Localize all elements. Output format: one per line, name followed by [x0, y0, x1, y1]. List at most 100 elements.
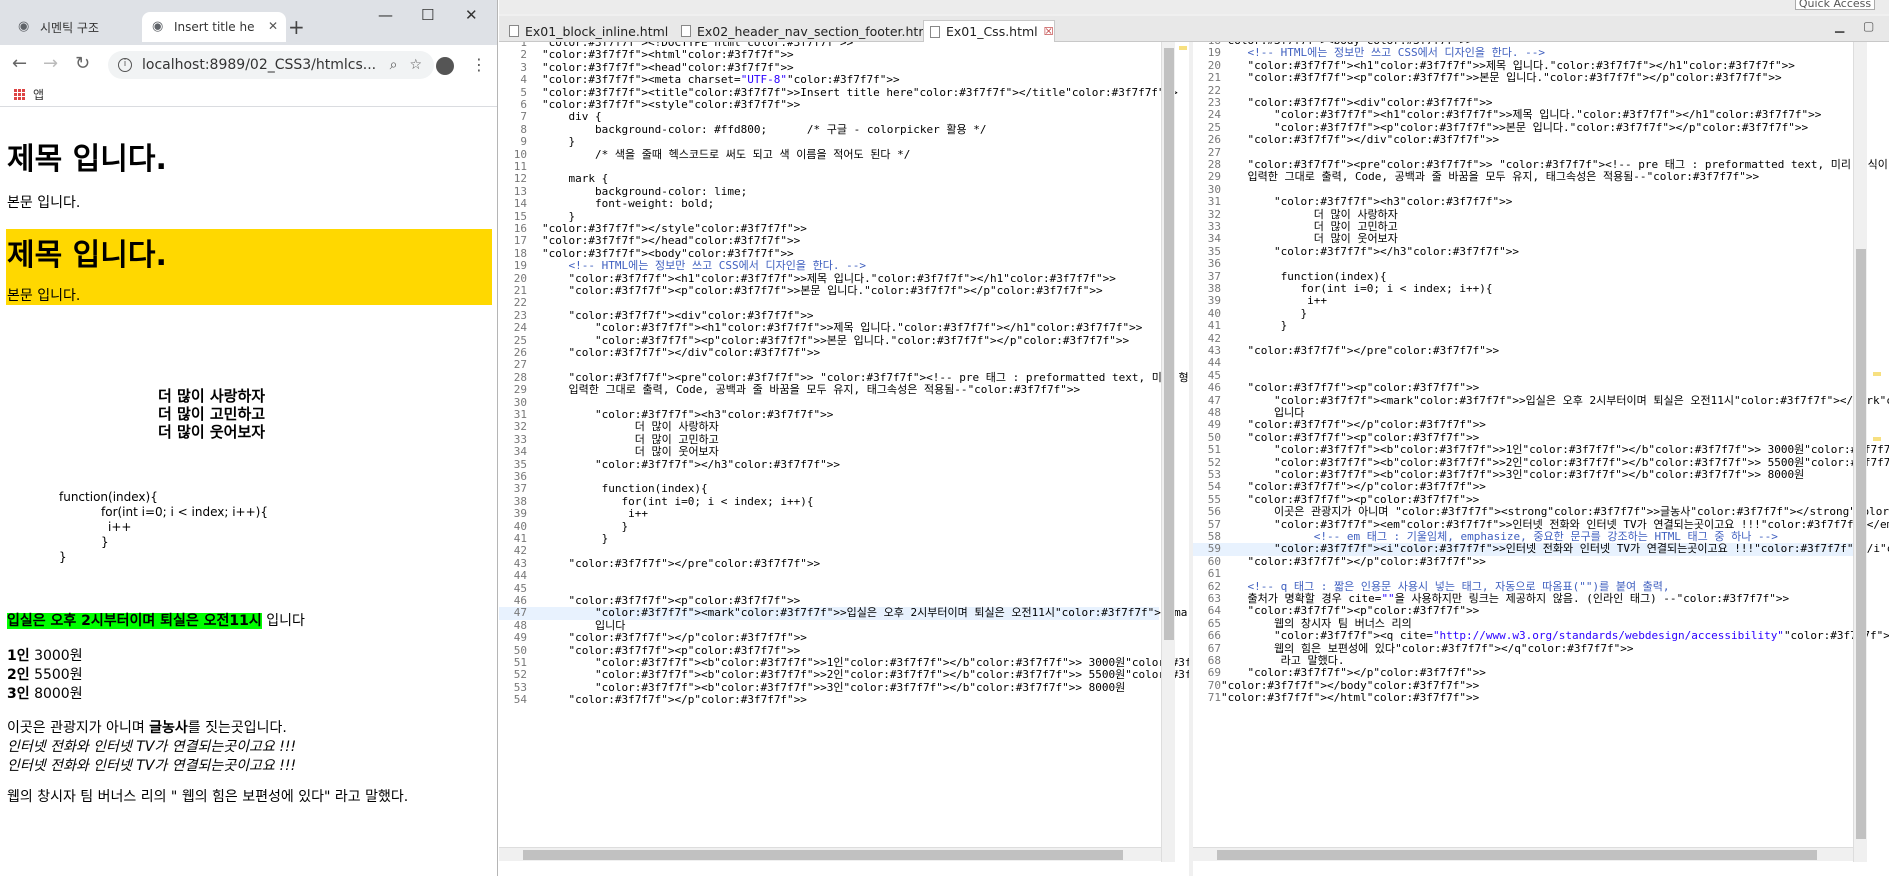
code-line[interactable]: 60 "color:#3f7f7f"></p"color:#3f7f7f">>	[1193, 554, 1853, 568]
back-icon[interactable]: ←	[12, 53, 27, 74]
scroll-thumb[interactable]	[1856, 249, 1866, 839]
line-number: 21	[1207, 71, 1221, 85]
code-line[interactable]: 14 font-weight: bold;	[499, 197, 1159, 210]
apps-grid-icon[interactable]	[14, 89, 25, 100]
bookmarks-bar: 앱	[0, 83, 497, 107]
code-line[interactable]: 26 "color:#3f7f7f"></div"color:#3f7f7f">…	[499, 346, 1159, 359]
line-number: 71	[1207, 691, 1221, 705]
horizontal-scrollbar[interactable]	[1193, 847, 1853, 861]
code-line[interactable]: 8 background-color: #ffd800; /* 구글 - col…	[499, 123, 1159, 136]
code-line[interactable]: 44	[1193, 356, 1853, 369]
code-text: "color:#3f7f7f"></h3"color:#3f7f7f">>	[594, 457, 841, 471]
code-line[interactable]: 43 "color:#3f7f7f"></pre"color:#3f7f7f">…	[499, 557, 1159, 570]
editor-tab[interactable]: Ex01_block_inline.html	[503, 20, 668, 42]
code-line[interactable]: 35 "color:#3f7f7f"></h3"color:#3f7f7f">>	[1193, 245, 1853, 258]
code-text: i++	[542, 507, 648, 521]
line-number: 39	[1207, 294, 1221, 308]
code-line[interactable]: 43 "color:#3f7f7f"></pre"color:#3f7f7f">…	[1193, 344, 1853, 357]
editor-tab-bar: Ex01_block_inline.html Ex02_header_nav_s…	[499, 16, 1889, 42]
code-text: "color:#3f7f7f"><p"color:#3f7f7f">>본문 입니…	[568, 284, 1103, 297]
forward-icon[interactable]: →	[43, 53, 58, 74]
maximize-button[interactable]: ☐	[421, 6, 434, 24]
code-text: "color:#3f7f7f"><mark"color:#3f7f7f">>입실…	[594, 606, 1189, 620]
code-line[interactable]: 41 }	[1193, 319, 1853, 333]
line-number: 66	[1207, 629, 1221, 643]
reload-icon[interactable]: ↻	[75, 53, 90, 74]
code-line[interactable]: 44	[499, 569, 1159, 583]
code-line[interactable]: 40 }	[1193, 307, 1853, 320]
code-line[interactable]: 47 "color:#3f7f7f"><mark"color:#3f7f7f">…	[499, 606, 1189, 620]
price-count: 3인	[7, 686, 30, 702]
browser-tab-semantic[interactable]: ◉ 시멘틱 구조	[8, 12, 140, 42]
editor-tab-label: Ex01_Css.html	[946, 24, 1038, 39]
line-number: 41	[1207, 319, 1221, 333]
line-number: 36	[1207, 257, 1221, 271]
code-line[interactable]: 29 입력한 그대로 출력, Code, 공백과 줄 바꿈을 모두 유지, 태그…	[1193, 170, 1853, 183]
line-number: 27	[513, 358, 527, 372]
apps-label[interactable]: 앱	[33, 86, 44, 103]
code-line[interactable]: 21 "color:#3f7f7f"><p"color:#3f7f7f">>본문…	[1193, 71, 1853, 85]
close-tab-icon[interactable]: ☒	[1044, 25, 1054, 38]
pre-code-line: i++	[108, 520, 132, 534]
line-number: 37	[513, 482, 527, 496]
scroll-thumb[interactable]	[1164, 48, 1174, 640]
code-line[interactable]: 54 "color:#3f7f7f"></p"color:#3f7f7f">>	[499, 693, 1159, 707]
code-line[interactable]: 10 /* 색을 줄때 헥스코드로 써도 되고 색 이름을 적어도 된다 */	[499, 147, 1159, 161]
info-icon[interactable]: i	[118, 58, 132, 72]
quote-line: 웹의 창시자 팀 버너스 리의 " 웹의 힘은 보편성에 있다" 라고 말했다.	[7, 789, 409, 805]
code-line[interactable]: 39 i++	[1193, 294, 1853, 308]
price-line: 1인 3000원	[7, 645, 83, 665]
code-line[interactable]: 12 mark {	[499, 172, 1159, 185]
mark-after: 입니다	[261, 613, 305, 629]
address-bar[interactable]: i localhost:8989/02_CSS3/htmlcs... ⌕ ☆	[108, 51, 434, 79]
line-number: 51	[1207, 443, 1221, 457]
code-line[interactable]: 32 더 많이 사랑하자	[499, 420, 1159, 433]
profile-avatar[interactable]	[436, 57, 454, 75]
strong-pre: 이곳은 관광지가 아니며	[7, 720, 150, 736]
editor-pane-right[interactable]: 18"color:#3f7f7f"><body"color:#3f7f7f">>…	[1193, 42, 1889, 876]
vertical-scrollbar[interactable]	[1161, 42, 1175, 862]
line-number: 61	[1207, 567, 1221, 581]
minimize-editor-icon[interactable]: ▁	[1835, 19, 1844, 33]
code-line[interactable]: 29 입력한 그대로 출력, Code, 공백과 줄 바꿈을 모두 유지, 태그…	[499, 383, 1159, 396]
code-line[interactable]: 21 "color:#3f7f7f"><p"color:#3f7f7f">>본문…	[499, 284, 1159, 297]
vertical-scrollbar[interactable]	[1853, 42, 1867, 862]
new-tab-button[interactable]: +	[288, 15, 305, 39]
code-line[interactable]: 37 function(index){	[499, 482, 1159, 496]
kebab-menu-icon[interactable]: ⋮	[471, 55, 487, 74]
code-line[interactable]: 41 }	[499, 532, 1159, 545]
editor-tab[interactable]: Ex02_header_nav_section_footer.html	[675, 20, 934, 42]
code-line[interactable]: 35 "color:#3f7f7f"></h3"color:#3f7f7f">>	[499, 457, 1159, 471]
code-line[interactable]: 31 "color:#3f7f7f"><h3"color:#3f7f7f">>	[1193, 195, 1853, 208]
code-text: "color:#3f7f7f"></p"color:#3f7f7f">>	[1247, 554, 1486, 568]
em-line: 인터넷 전화와 인터넷 TV가 연결되는곳이고요 !!!	[7, 739, 297, 755]
horizontal-scrollbar[interactable]	[499, 847, 1161, 861]
code-line[interactable]: 36	[1193, 257, 1853, 271]
quick-access-field[interactable]: Quick Access	[1795, 0, 1875, 10]
minimize-button[interactable]: —	[378, 6, 393, 24]
zoom-icon[interactable]: ⌕	[390, 57, 398, 73]
line-number: 54	[513, 693, 527, 707]
maximize-editor-icon[interactable]: ▢	[1863, 19, 1874, 33]
scroll-thumb[interactable]	[1217, 850, 1817, 860]
editor-pane-left[interactable]: 1 "color:#3f7f7f"><!DOCTYPE html"color:#3…	[499, 42, 1189, 876]
editor-tab-active[interactable]: Ex01_Css.html ☒	[923, 20, 1055, 42]
close-window-button[interactable]: ✕	[465, 6, 478, 24]
star-icon[interactable]: ☆	[409, 57, 422, 73]
code-line[interactable]: 64 "color:#3f7f7f"><p"color:#3f7f7f">>	[1193, 604, 1853, 617]
globe-icon: ◉	[18, 19, 30, 34]
code-line[interactable]: 39 i++	[499, 507, 1159, 521]
line-number: 44	[513, 569, 527, 583]
code-line[interactable]: 9 }	[499, 135, 1159, 148]
code-text: /* 색을 줄때 헥스코드로 써도 되고 색 이름을 적어도 된다 */	[542, 147, 911, 161]
price-count: 1인	[7, 648, 30, 664]
code-line[interactable]: 71 "color:#3f7f7f"></html"color:#3f7f7f">…	[1193, 691, 1853, 705]
line-number: 56	[1207, 505, 1221, 519]
code-line[interactable]: 7 div {	[499, 110, 1159, 123]
pre-code-line: }	[59, 550, 67, 564]
close-tab-icon[interactable]: ✕	[268, 19, 278, 33]
browser-tab-active[interactable]: ◉ Insert title he ✕	[142, 12, 286, 42]
browser-window: ◉ 시멘틱 구조 ◉ Insert title he ✕ + — ☐ ✕ ← →…	[0, 0, 498, 876]
scroll-thumb[interactable]	[523, 850, 1123, 860]
code-line[interactable]: 26 "color:#3f7f7f"></div"color:#3f7f7f">…	[1193, 133, 1853, 146]
